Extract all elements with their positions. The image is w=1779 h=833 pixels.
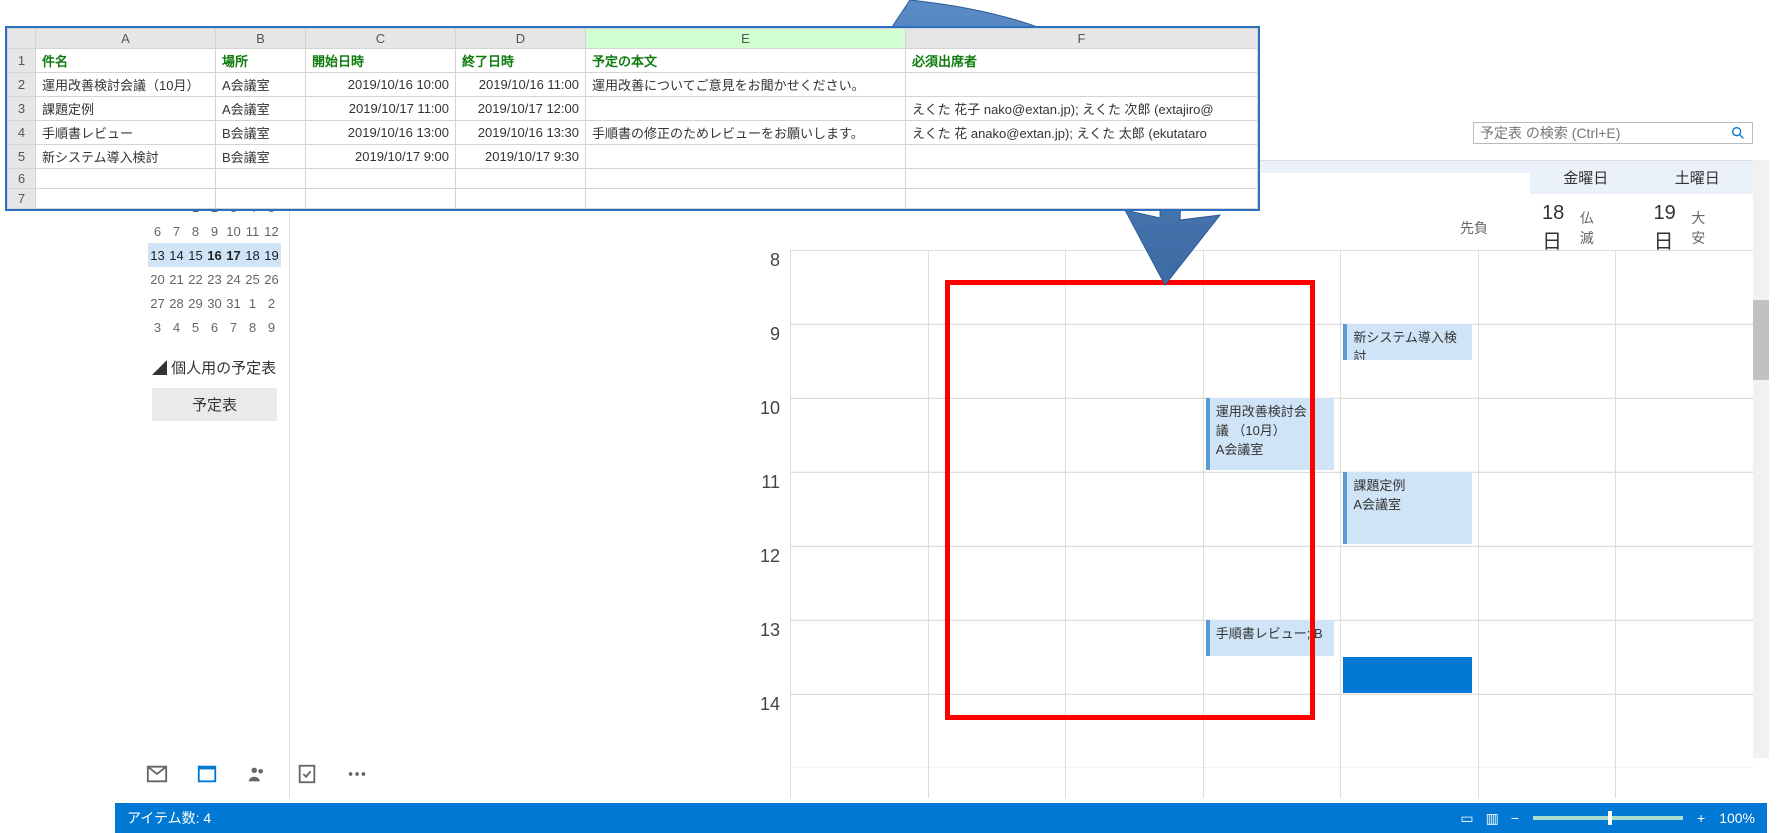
- day-col-sat[interactable]: [1615, 250, 1753, 798]
- day-col-thu[interactable]: 新システム導入検討 課題定例A会議室: [1340, 250, 1478, 798]
- calendar-icon[interactable]: [196, 763, 218, 788]
- appt-review[interactable]: 手順書レビュー; B: [1206, 620, 1335, 656]
- day-col-2[interactable]: [928, 250, 1066, 798]
- search-box[interactable]: [1473, 122, 1753, 144]
- excel-row-5[interactable]: 5 新システム導入検討B会議室2019/10/17 9:002019/10/17…: [8, 145, 1258, 169]
- calendar-list-title[interactable]: ◢ 個人用の予定表: [152, 351, 277, 384]
- date-19: 19日: [1654, 202, 1684, 254]
- appt-newsystem[interactable]: 新システム導入検討: [1343, 324, 1472, 360]
- time-axis: 891011121314: [730, 250, 790, 798]
- day-header-fri: 金曜日: [1530, 160, 1642, 194]
- appt-selected[interactable]: [1343, 657, 1472, 693]
- search-icon[interactable]: [1730, 125, 1746, 141]
- excel-table[interactable]: ABCDEF 1 件名場所開始日時終了日時予定の本文必須出席者 2 運用改善検討…: [7, 28, 1258, 209]
- excel-row-7[interactable]: 7: [8, 189, 1258, 209]
- search-input[interactable]: [1480, 125, 1730, 141]
- zoom-out[interactable]: −: [1505, 810, 1525, 826]
- day-col-1[interactable]: [790, 250, 928, 798]
- calendar-list-item[interactable]: 予定表: [152, 388, 277, 421]
- day-col-wed[interactable]: 運用改善検討会議 （10月）A会議室 手順書レビュー; B: [1203, 250, 1341, 798]
- nav-icons: [140, 753, 289, 798]
- zoom-slider[interactable]: [1533, 816, 1683, 820]
- view-reading-icon[interactable]: ▥: [1480, 810, 1505, 827]
- day-col-fri[interactable]: [1478, 250, 1616, 798]
- day-col-3[interactable]: [1065, 250, 1203, 798]
- status-bar: アイテム数: 4 ▭ ▥ − + 100%: [115, 803, 1767, 833]
- zoom-level: 100%: [1711, 810, 1755, 826]
- scrollbar[interactable]: [1753, 160, 1769, 758]
- excel-row-3[interactable]: 3 課題定例A会議室2019/10/17 11:002019/10/17 12:…: [8, 97, 1258, 121]
- excel-row-2[interactable]: 2 運用改善検討会議（10月）A会議室2019/10/16 10:002019/…: [8, 73, 1258, 97]
- excel-row-4[interactable]: 4 手順書レビューB会議室2019/10/16 13:002019/10/16 …: [8, 121, 1258, 145]
- item-count: アイテム数: 4: [127, 808, 211, 828]
- excel-header-row[interactable]: 1 件名場所開始日時終了日時予定の本文必須出席者: [8, 49, 1258, 73]
- date-18: 18日: [1542, 202, 1572, 254]
- people-icon[interactable]: [246, 763, 268, 788]
- day-header-sat: 土曜日: [1642, 160, 1754, 194]
- view-normal-icon[interactable]: ▭: [1454, 810, 1479, 827]
- excel-col-headers[interactable]: ABCDEF: [8, 29, 1258, 49]
- zoom-in[interactable]: +: [1691, 810, 1711, 826]
- excel-row-6[interactable]: 6: [8, 169, 1258, 189]
- appt-kadai[interactable]: 課題定例A会議室: [1343, 472, 1472, 544]
- mail-icon[interactable]: [146, 763, 168, 788]
- appt-kaizen[interactable]: 運用改善検討会議 （10月）A会議室: [1206, 398, 1335, 470]
- excel-overlay: ABCDEF 1 件名場所開始日時終了日時予定の本文必須出席者 2 運用改善検討…: [5, 26, 1260, 211]
